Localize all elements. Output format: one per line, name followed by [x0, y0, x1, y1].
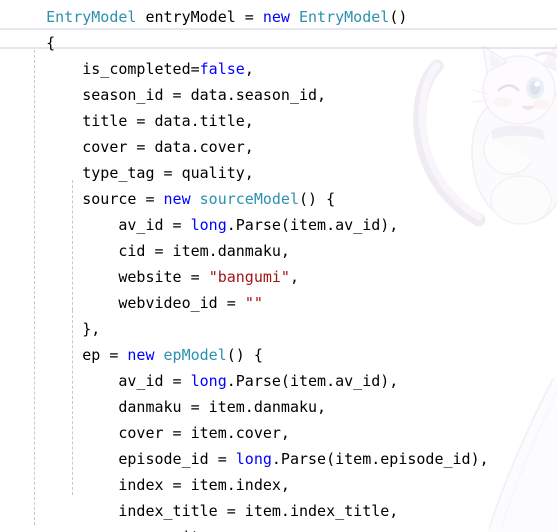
code-line[interactable]: website = "bangumi",	[0, 264, 557, 290]
code-line[interactable]: cover = item.cover,	[0, 420, 557, 446]
code-token-type: EntryModel	[46, 8, 137, 26]
code-token-plain: danmaku = item.danmaku,	[10, 398, 327, 416]
code-token-plain: .Parse(item.av_id),	[226, 372, 399, 390]
code-token-punct: ()	[389, 8, 408, 26]
code-token-plain: .Parse(item.episode_id),	[271, 450, 489, 468]
code-token-plain: () {	[299, 190, 336, 208]
code-token-plain: ep =	[10, 346, 128, 364]
code-line[interactable]: index_title = item.index_title,	[0, 498, 557, 524]
code-token-keyword: new	[163, 190, 191, 208]
code-line[interactable]: {	[0, 30, 557, 56]
code-token-plain: index = item.index,	[10, 476, 290, 494]
code-token-string: ""	[244, 294, 263, 312]
code-token-plain: av_id =	[10, 216, 191, 234]
code-token-plain: cover = data.cover,	[10, 138, 254, 156]
code-line[interactable]: EntryModel entryModel = new EntryModel()	[0, 4, 557, 30]
code-token-string: "bangumi"	[208, 268, 290, 286]
code-token-plain: ,	[244, 60, 254, 78]
code-line[interactable]: cover = data.cover,	[0, 134, 557, 160]
code-token-type: epModel	[163, 346, 227, 364]
code-line[interactable]: title = data.title,	[0, 108, 557, 134]
code-token-plain: entryModel =	[136, 8, 263, 26]
code-token-plain: .Parse(item.av_id),	[226, 216, 399, 234]
code-line[interactable]: is_completed=false,	[0, 56, 557, 82]
code-text-content[interactable]: EntryModel entryModel = new EntryModel()…	[0, 0, 557, 532]
code-token-plain: website =	[10, 268, 209, 286]
code-line[interactable]: ep = new epModel() {	[0, 342, 557, 368]
code-token-plain: episode_id =	[10, 450, 236, 468]
code-token-type: EntryModel	[299, 8, 390, 26]
code-token-type: sourceModel	[199, 190, 299, 208]
code-token-keyword: new	[127, 346, 155, 364]
code-line[interactable]: page = item.page	[0, 524, 557, 532]
code-token-plain: season_id = data.season_id,	[10, 86, 327, 104]
code-token-keyword: long	[190, 372, 227, 390]
code-line[interactable]: episode_id = long.Parse(item.episode_id)…	[0, 446, 557, 472]
code-token-plain: source =	[10, 190, 164, 208]
code-token-plain: ,	[289, 268, 299, 286]
code-line[interactable]: type_tag = quality,	[0, 160, 557, 186]
code-token-plain: },	[10, 320, 101, 338]
code-line[interactable]: source = new sourceModel() {	[0, 186, 557, 212]
code-token-keyword: long	[190, 216, 227, 234]
code-token-plain: cover = item.cover,	[10, 424, 290, 442]
code-token-plain: av_id =	[10, 372, 191, 390]
code-token-plain: type_tag = quality,	[10, 164, 254, 182]
code-token-plain: title = data.title,	[10, 112, 254, 130]
code-line[interactable]: av_id = long.Parse(item.av_id),	[0, 368, 557, 394]
code-line[interactable]: av_id = long.Parse(item.av_id),	[0, 212, 557, 238]
code-token-plain: () {	[226, 346, 263, 364]
code-token-keyword: false	[199, 60, 245, 78]
code-line[interactable]: },	[0, 316, 557, 342]
code-token-plain: webvideo_id =	[10, 294, 245, 312]
code-line[interactable]: cid = item.danmaku,	[0, 238, 557, 264]
code-editor-surface[interactable]: EntryModel entryModel = new EntryModel()…	[0, 0, 557, 532]
code-token-plain: index_title = item.index_title,	[10, 502, 399, 520]
code-line[interactable]: season_id = data.season_id,	[0, 82, 557, 108]
code-line[interactable]: webvideo_id = ""	[0, 290, 557, 316]
code-token-plain: {	[10, 34, 56, 52]
code-line[interactable]: index = item.index,	[0, 472, 557, 498]
code-token-keyword: long	[235, 450, 272, 468]
code-token-plain: cid = item.danmaku,	[10, 242, 290, 260]
code-token-plain: page = item.page	[10, 528, 263, 532]
code-line[interactable]: danmaku = item.danmaku,	[0, 394, 557, 420]
code-token-keyword: new	[262, 8, 290, 26]
code-token-plain: is_completed=	[10, 60, 200, 78]
